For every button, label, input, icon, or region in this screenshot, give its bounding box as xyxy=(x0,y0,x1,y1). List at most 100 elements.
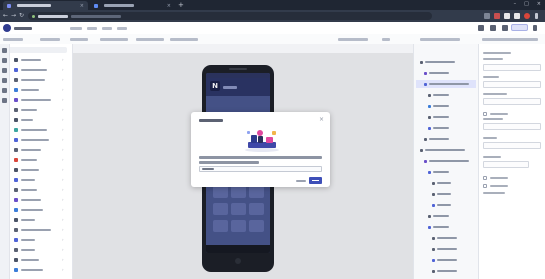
chevron-right-icon: › xyxy=(62,87,64,92)
sidebar-item[interactable]: › xyxy=(0,115,72,125)
extension-icon[interactable] xyxy=(504,13,510,19)
menu-item[interactable] xyxy=(102,27,112,30)
outline-node[interactable] xyxy=(416,256,476,264)
property-input[interactable] xyxy=(483,64,541,71)
device-selector[interactable] xyxy=(338,38,368,41)
sidebar-item[interactable]: › xyxy=(0,175,72,185)
redo-icon[interactable] xyxy=(490,25,496,31)
rail-icon[interactable] xyxy=(2,48,7,53)
sidebar-item[interactable]: › xyxy=(0,245,72,255)
sidebar-search-input[interactable] xyxy=(3,47,67,53)
property-input[interactable] xyxy=(483,142,541,149)
extension-icon[interactable] xyxy=(484,13,490,19)
sidebar-item[interactable]: › xyxy=(0,65,72,75)
sidebar-item-label xyxy=(21,79,45,81)
sidebar-item[interactable]: › xyxy=(0,75,72,85)
sidebar-item[interactable]: › xyxy=(0,185,72,195)
sidebar-item[interactable]: › xyxy=(0,145,72,155)
zoom-control[interactable] xyxy=(382,38,390,41)
outline-node[interactable] xyxy=(416,245,476,253)
outline-node[interactable] xyxy=(416,212,476,220)
sidebar-item[interactable]: › xyxy=(0,235,72,245)
property-checkbox[interactable] xyxy=(483,176,487,180)
maximize-icon[interactable]: □ xyxy=(524,1,529,7)
settings-icon[interactable] xyxy=(502,25,508,31)
outline-node[interactable] xyxy=(416,58,476,66)
extension-icon[interactable] xyxy=(514,13,520,19)
create-button[interactable] xyxy=(309,177,322,184)
property-label xyxy=(490,177,508,179)
menu-item[interactable] xyxy=(87,27,97,30)
address-bar[interactable] xyxy=(28,12,432,20)
browser-tab[interactable]: × xyxy=(90,1,175,10)
sidebar-item[interactable]: › xyxy=(0,215,72,225)
outline-node[interactable] xyxy=(416,157,476,165)
sidebar-item[interactable]: › xyxy=(0,195,72,205)
tab-title-placeholder xyxy=(104,4,134,7)
outline-node[interactable] xyxy=(416,102,476,110)
node-icon xyxy=(428,105,431,108)
outline-node[interactable] xyxy=(416,201,476,209)
outline-node[interactable] xyxy=(416,234,476,242)
outline-node[interactable] xyxy=(416,146,476,154)
extension-icon[interactable] xyxy=(494,13,500,19)
outline-node[interactable] xyxy=(416,267,476,275)
preview-button[interactable] xyxy=(511,24,528,31)
menu-item[interactable] xyxy=(117,27,127,30)
property-input[interactable] xyxy=(483,161,529,168)
toolbar-item[interactable] xyxy=(136,38,164,41)
toolbar-item[interactable] xyxy=(170,38,198,41)
toolbar-item[interactable] xyxy=(40,38,60,41)
outline-node[interactable] xyxy=(416,80,476,88)
sidebar-item[interactable]: › xyxy=(0,95,72,105)
close-icon[interactable]: × xyxy=(319,117,324,123)
sidebar-item[interactable]: › xyxy=(0,265,72,275)
tab-close-icon[interactable]: × xyxy=(80,3,84,9)
property-checkbox[interactable] xyxy=(483,184,487,188)
more-icon[interactable] xyxy=(533,25,537,31)
sidebar-item[interactable]: › xyxy=(0,85,72,95)
outline-node[interactable] xyxy=(416,190,476,198)
reload-icon[interactable]: ↻ xyxy=(19,12,24,20)
tab-close-icon[interactable]: × xyxy=(167,3,171,9)
page-name-input[interactable] xyxy=(199,166,322,172)
sidebar-item[interactable]: › xyxy=(0,125,72,135)
chevron-right-icon: › xyxy=(62,167,64,172)
menu-item[interactable] xyxy=(70,27,82,30)
minimize-icon[interactable]: – xyxy=(514,1,517,7)
sidebar-item[interactable]: › xyxy=(0,165,72,175)
browser-tab-active[interactable]: × xyxy=(3,1,88,10)
new-tab-icon[interactable]: + xyxy=(178,1,184,9)
back-icon[interactable]: ← xyxy=(3,12,8,20)
toolbar-item[interactable] xyxy=(70,38,88,41)
browser-menu-icon[interactable] xyxy=(535,13,538,19)
undo-icon[interactable] xyxy=(478,25,484,31)
forward-icon[interactable]: → xyxy=(11,12,16,20)
toolbar-item[interactable] xyxy=(3,38,23,41)
outline-node[interactable] xyxy=(416,135,476,143)
sidebar-item[interactable]: › xyxy=(0,205,72,215)
toolbar-item[interactable] xyxy=(100,38,128,41)
property-checkbox[interactable] xyxy=(483,112,487,116)
sidebar-item[interactable]: › xyxy=(0,225,72,235)
property-input[interactable] xyxy=(483,81,541,88)
chevron-right-icon: › xyxy=(62,107,64,112)
outline-node[interactable] xyxy=(416,124,476,132)
outline-node[interactable] xyxy=(416,113,476,121)
outline-node[interactable] xyxy=(416,223,476,231)
outline-node[interactable] xyxy=(416,168,476,176)
sidebar-item[interactable]: › xyxy=(0,135,72,145)
sidebar-item[interactable]: › xyxy=(0,255,72,265)
component-icon xyxy=(14,58,18,62)
sidebar-item[interactable]: › xyxy=(0,105,72,115)
sidebar-item[interactable]: › xyxy=(0,155,72,165)
node-label xyxy=(425,149,465,151)
property-input[interactable] xyxy=(483,123,541,130)
property-input[interactable] xyxy=(483,98,541,105)
profile-avatar[interactable] xyxy=(524,13,530,19)
outline-node[interactable] xyxy=(416,179,476,187)
close-window-icon[interactable]: × xyxy=(537,1,541,7)
outline-node[interactable] xyxy=(416,69,476,77)
sidebar-item[interactable]: › xyxy=(0,55,72,65)
outline-node[interactable] xyxy=(416,91,476,99)
